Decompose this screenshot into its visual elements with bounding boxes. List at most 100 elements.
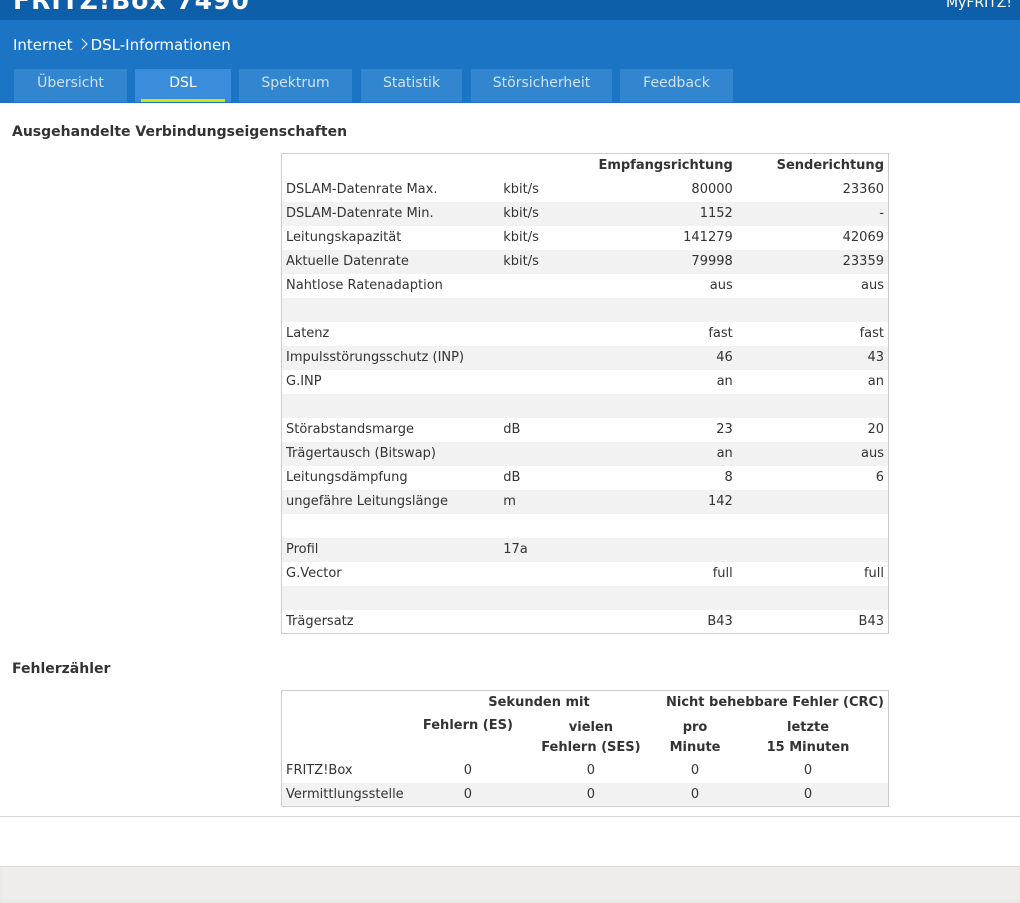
cell-down: an: [716, 374, 733, 389]
cell-label: DSLAM-Datenrate Max.: [286, 182, 438, 197]
cell-label: Störabstandsmarge: [286, 422, 414, 437]
cell-unit: [499, 322, 579, 346]
chevron-right-icon: [75, 38, 88, 50]
cell-down: B43: [707, 613, 733, 629]
error-counter-table: Sekunden mit Nicht behebbare Fehler (CRC…: [281, 690, 889, 807]
table-row: Störabstandsmarge dB 23 20: [282, 418, 889, 442]
cell-unit: [499, 298, 579, 322]
table-row: Impulsstörungsschutz (INP) 46 43: [281, 345, 889, 370]
cell-label: Leitungsdämpfung: [286, 470, 408, 485]
header-upstream: Senderichtung: [776, 158, 884, 174]
error-section-title: Fehlerzähler: [12, 661, 111, 677]
cell-down: [579, 538, 737, 562]
cell-es: 0: [463, 786, 473, 802]
cell-down: 79998: [691, 254, 733, 269]
cell-unit: dB: [503, 470, 521, 485]
table-row: G.INP an an: [282, 370, 889, 394]
cell-down: fast: [708, 326, 733, 341]
table-row: Aktuelle Datenrate kbit/s 79998 23359: [281, 249, 889, 274]
table-row: [281, 297, 889, 322]
cell-down: an: [716, 446, 733, 461]
table-row: Trägertausch (Bitswap) an aus: [281, 441, 889, 466]
tab-feedback[interactable]: Feedback: [620, 69, 733, 102]
cell-es: 0: [463, 763, 473, 778]
cell-label: [282, 298, 500, 322]
cell-up: 23360: [842, 182, 884, 197]
cell-ses: 0: [586, 763, 596, 778]
breadcrumb-internet[interactable]: Internet: [13, 36, 73, 54]
cell-label: Impulsstörungsschutz (INP): [286, 350, 465, 365]
tab-spektrum[interactable]: Spektrum: [239, 69, 352, 102]
cell-unit: dB: [503, 422, 521, 437]
header-crc: Nicht behebbare Fehler (CRC): [666, 695, 884, 711]
table-row: Leitungskapazität kbit/s 141279 42069: [282, 226, 889, 250]
cell-up: [737, 514, 889, 538]
cell-label: Nahtlose Ratenadaption: [286, 278, 443, 293]
cell-label: Trägertausch (Bitswap): [286, 446, 436, 461]
cell-label: FRITZ!Box: [286, 763, 353, 778]
cell-label: Latenz: [286, 326, 330, 341]
cell-label: Aktuelle Datenrate: [286, 254, 409, 269]
cell-down: [579, 514, 737, 538]
cell-label: G.Vector: [286, 566, 342, 581]
cell-up: aus: [861, 446, 884, 461]
cell-label: ungefähre Leitungslänge: [286, 494, 448, 509]
table-row: [281, 393, 889, 418]
cell-up: [737, 298, 889, 322]
connection-section-title: Ausgehandelte Verbindungseigenschaften: [12, 124, 348, 140]
cell-label: Vermittlungsstelle: [286, 786, 404, 802]
header-seconds-with: Sekunden mit: [488, 695, 590, 711]
cell-crc-min: 0: [690, 763, 700, 778]
cell-up: -: [879, 206, 884, 221]
err-header-empty: [282, 691, 416, 715]
top-bar: FRITZ!Box 7490 MyFRITZ!: [0, 0, 1020, 20]
cell-up: full: [863, 566, 884, 581]
cell-up: aus: [861, 278, 884, 293]
header-crc-per-minute: pro Minute: [669, 719, 721, 755]
cell-unit: [499, 274, 579, 298]
breadcrumb-current: DSL-Informationen: [90, 36, 231, 54]
cell-unit: [499, 370, 579, 394]
cell-up: [737, 538, 889, 562]
cell-down: full: [712, 566, 733, 581]
cell-down: 1152: [699, 206, 733, 221]
table-row: Latenz fast fast: [282, 322, 889, 346]
cell-label: [282, 514, 500, 538]
cell-crc-15: 0: [803, 786, 813, 802]
tab-statistik[interactable]: Statistik: [361, 69, 462, 102]
cell-down: 80000: [691, 182, 733, 197]
cell-label: DSLAM-Datenrate Min.: [286, 206, 434, 221]
cell-up: B43: [858, 613, 884, 629]
tab-stoersicherheit[interactable]: Störsicherheit: [471, 69, 612, 102]
table-row: DSLAM-Datenrate Min. kbit/s 1152 -: [281, 201, 889, 226]
tab-dsl[interactable]: DSL: [135, 69, 231, 102]
cell-up: an: [867, 374, 884, 389]
cell-unit: 17a: [503, 542, 528, 557]
cell-up: [737, 490, 889, 514]
footer: [0, 866, 1020, 903]
cell-unit: kbit/s: [503, 206, 539, 221]
cell-ses: 0: [586, 786, 596, 802]
cell-down: 23: [716, 422, 733, 437]
header-downstream: Empfangsrichtung: [598, 158, 733, 174]
table-row: DSLAM-Datenrate Max. kbit/s 80000 23360: [282, 178, 889, 202]
cell-up: 42069: [842, 230, 884, 245]
table-row: [281, 585, 889, 610]
cell-unit: kbit/s: [503, 254, 539, 269]
table-row: Nahtlose Ratenadaption aus aus: [282, 274, 889, 298]
cell-crc-15: 0: [803, 763, 813, 778]
header-ses: vielen Fehlern (SES): [541, 719, 641, 755]
cell-up: [737, 394, 889, 418]
cell-down: 46: [716, 350, 733, 365]
cell-down: 141279: [683, 230, 733, 245]
content-divider: [0, 816, 1020, 817]
header-es: Fehlern (ES): [422, 717, 513, 733]
myfritz-link[interactable]: MyFRITZ!: [946, 0, 1012, 11]
cell-label: G.INP: [286, 374, 322, 389]
table-row: G.Vector full full: [282, 562, 889, 586]
navigation-area: Internet DSL-Informationen Übersicht DSL …: [0, 20, 1020, 103]
tab-uebersicht[interactable]: Übersicht: [14, 69, 127, 102]
connection-table: Empfangsrichtung Senderichtung DSLAM-Dat…: [281, 153, 889, 634]
cell-crc-min: 0: [690, 786, 700, 802]
table-row: Vermittlungsstelle 0 0 0 0: [281, 782, 889, 807]
